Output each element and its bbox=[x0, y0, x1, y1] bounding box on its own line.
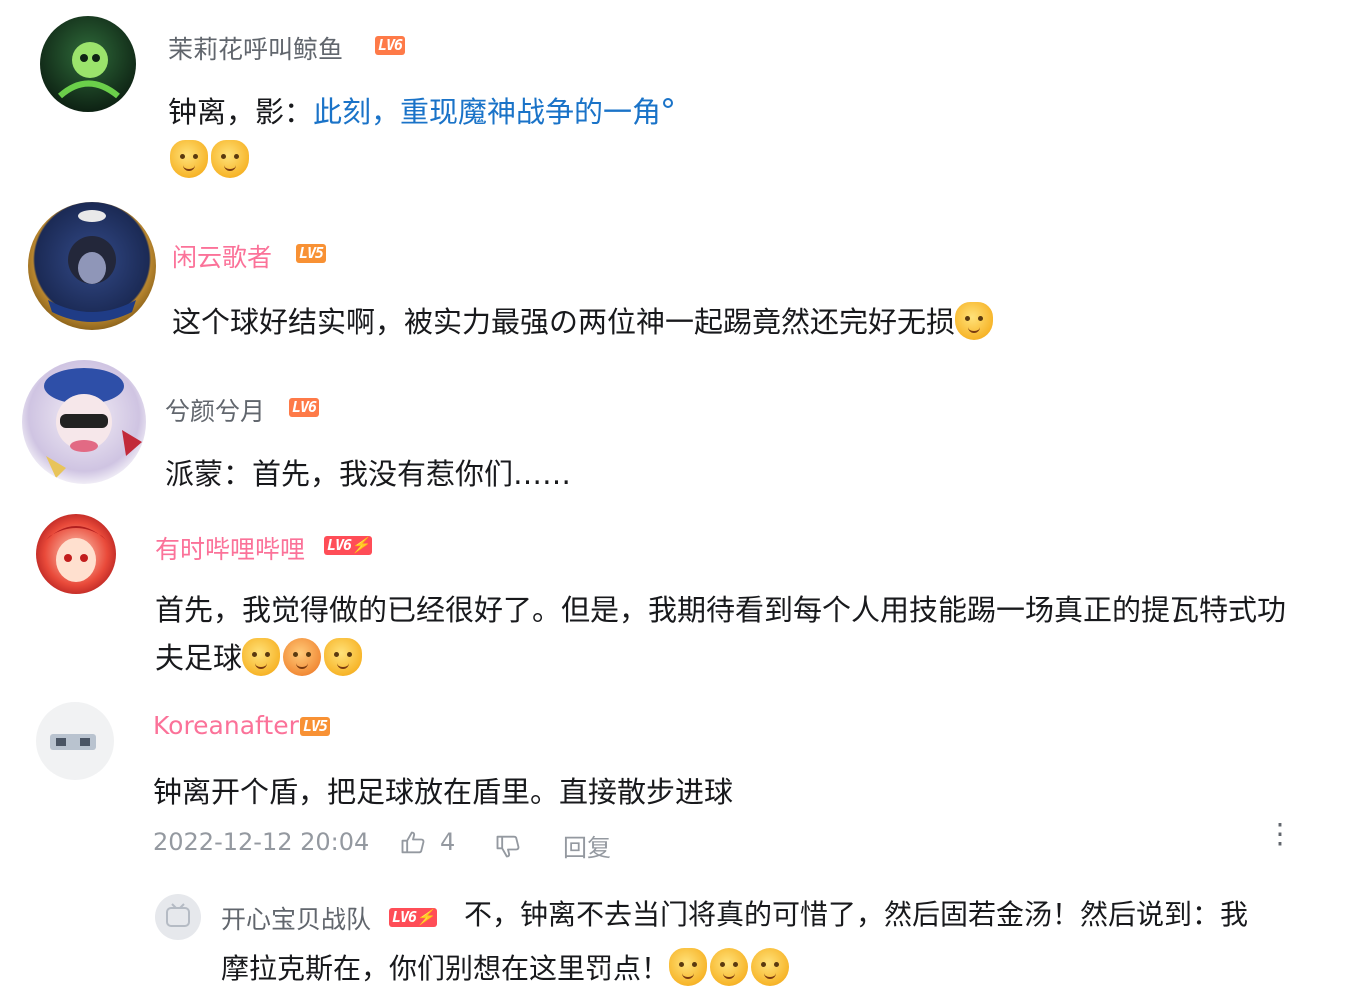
avatar[interactable] bbox=[36, 514, 116, 594]
username[interactable]: 茉莉花呼叫鲸鱼 bbox=[168, 30, 343, 66]
level-badge: LV6⚡ bbox=[324, 536, 372, 555]
cat-emoji-icon bbox=[170, 140, 208, 178]
reply-text-line: 不，钟离不去当门将真的可惜了，然后固若金汤！然后说到：我 bbox=[464, 898, 1249, 931]
cat-emoji-icon bbox=[211, 140, 249, 178]
search-link[interactable]: 此刻，重现魔神战争的一角 bbox=[313, 95, 661, 129]
username[interactable]: 兮颜兮月 bbox=[165, 392, 265, 428]
level-badge: LV5 bbox=[296, 244, 327, 263]
tv-avatar-icon bbox=[166, 903, 190, 927]
comment-item: 有时哔哩哔哩 LV6⚡ 首先，我觉得做的已经很好了。但是，我期待看到每个人用技能… bbox=[0, 506, 1356, 696]
thumbs-down-icon[interactable] bbox=[494, 832, 522, 860]
level-badge: LV6 bbox=[375, 36, 406, 55]
reply-text-line: 摩拉克斯在，你们别想在这里罚点！ bbox=[221, 942, 792, 996]
comment-text-body: 夫足球 bbox=[155, 641, 243, 675]
avatar[interactable] bbox=[28, 202, 156, 330]
reply-avatar[interactable] bbox=[155, 894, 201, 940]
comment-item: 茉莉花呼叫鲸鱼 LV6 钟离，影：此刻，重现魔神战争的一角 bbox=[0, 0, 1356, 200]
username[interactable]: 闲云歌者 bbox=[172, 238, 272, 274]
blush-emoji-icon bbox=[283, 638, 322, 676]
comment-text-line: 夫足球 bbox=[155, 634, 365, 682]
level-badge: LV6⚡ bbox=[389, 908, 437, 927]
thumbs-up-icon[interactable] bbox=[399, 829, 427, 857]
username[interactable]: Koreanafter bbox=[153, 711, 299, 740]
cat-emoji-icon bbox=[324, 638, 363, 676]
comment-text: 钟离开个盾，把足球放在盾里。直接散步进球 bbox=[153, 775, 734, 809]
username[interactable]: 有时哔哩哔哩 bbox=[155, 530, 305, 566]
comment-item: Koreanafter LV5 钟离开个盾，把足球放在盾里。直接散步进球 202… bbox=[0, 696, 1356, 996]
reply-text-body: 摩拉克斯在，你们别想在这里罚点！ bbox=[221, 952, 670, 985]
timestamp: 2022-12-12 20:04 bbox=[153, 828, 370, 856]
comment-text-body: 这个球好结实啊，被实力最强の两位神一起踢竟然还完好无损 bbox=[172, 305, 956, 339]
avatar[interactable] bbox=[36, 702, 114, 780]
avatar[interactable] bbox=[22, 360, 146, 484]
comment-text: 派蒙：首先，我没有惹你们…… bbox=[165, 457, 572, 491]
comment-text: 钟离，影：此刻，重现魔神战争的一角 bbox=[168, 88, 674, 136]
cat-emoji-icon bbox=[242, 638, 281, 676]
comment-text-plain: 钟离，影： bbox=[168, 95, 314, 129]
comment-text: 这个球好结实啊，被实力最强の两位神一起踢竟然还完好无损 bbox=[172, 298, 996, 346]
tongue-emoji-icon bbox=[751, 948, 790, 986]
comment-item: 兮颜兮月 LV6 派蒙：首先，我没有惹你们…… bbox=[0, 356, 1356, 506]
like-count: 4 bbox=[440, 828, 456, 856]
reply-username[interactable]: 开心宝贝战队 bbox=[221, 900, 371, 936]
reply-button[interactable]: 回复 bbox=[563, 828, 611, 863]
level-badge: LV5 bbox=[300, 717, 331, 736]
avatar[interactable] bbox=[40, 16, 136, 112]
comment-text-line: 首先，我觉得做的已经很好了。但是，我期待看到每个人用技能踢一场真正的提瓦特式功 bbox=[155, 593, 1287, 627]
more-options-icon[interactable]: ⋮ bbox=[1266, 820, 1294, 848]
avatar-character-icon bbox=[48, 210, 136, 322]
search-icon[interactable] bbox=[663, 98, 674, 108]
grin-emoji-icon bbox=[710, 948, 749, 986]
cat-emoji-icon bbox=[955, 302, 994, 340]
comment-item: 闲云歌者 LV5 这个球好结实啊，被实力最强の两位神一起踢竟然还完好无损 bbox=[0, 196, 1356, 356]
cat-emoji-icon bbox=[669, 948, 708, 986]
avatar-character-icon bbox=[58, 42, 120, 99]
level-badge: LV6 bbox=[289, 398, 320, 417]
emoji-row bbox=[170, 136, 252, 184]
avatar-character-icon bbox=[44, 368, 142, 478]
avatar-character-icon bbox=[42, 526, 110, 582]
avatar-character-icon bbox=[50, 734, 96, 750]
